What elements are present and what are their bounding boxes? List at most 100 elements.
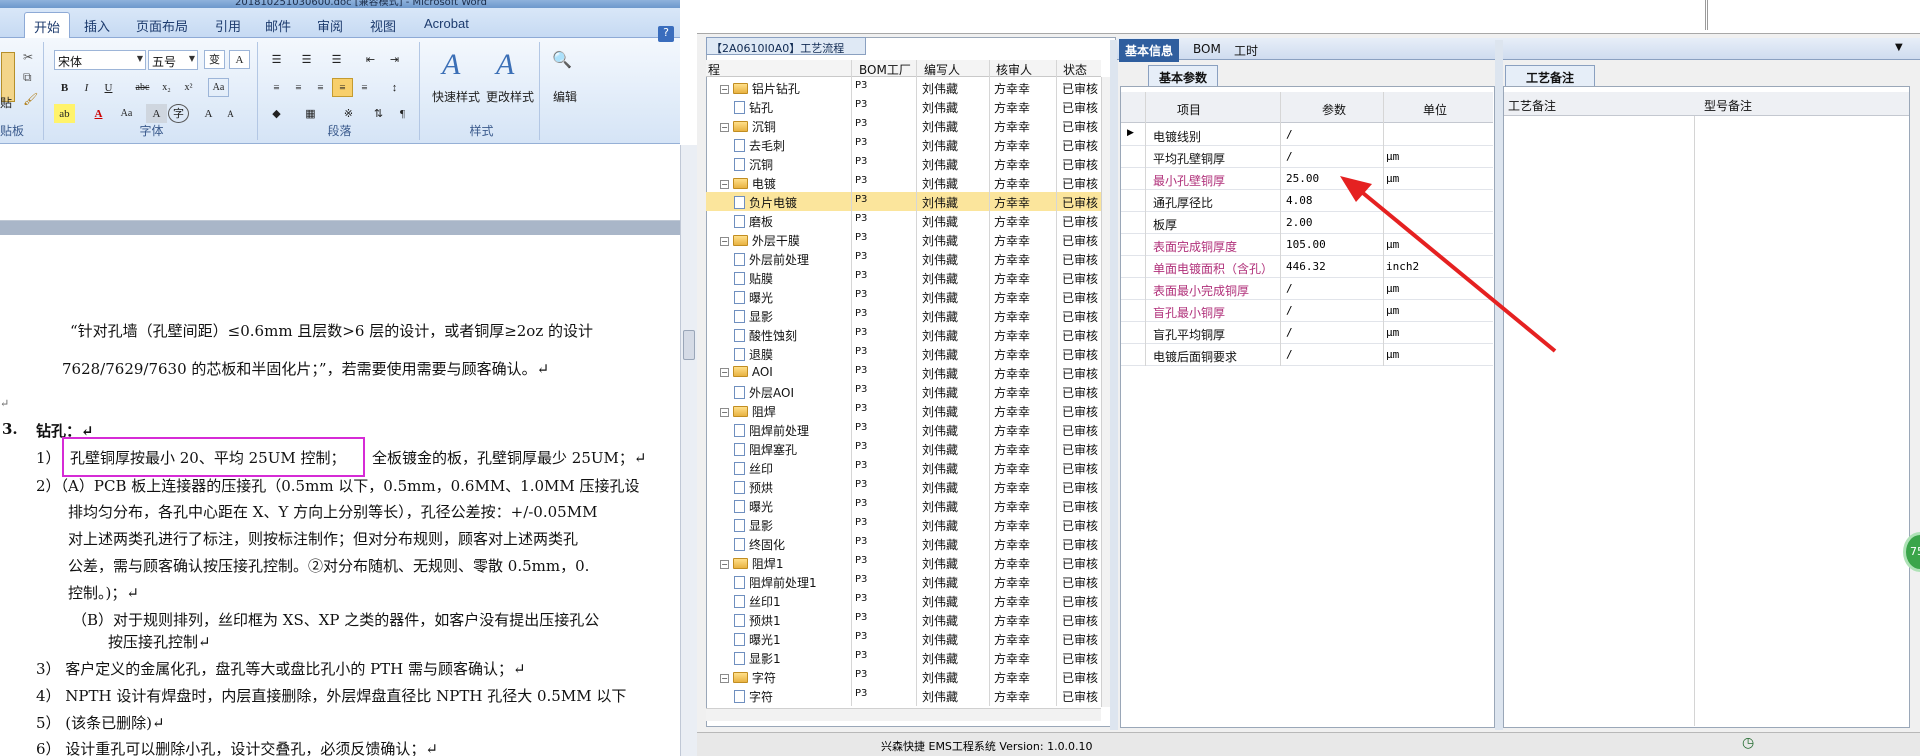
tree-node[interactable]: − 阻焊1 (720, 555, 783, 572)
col-param[interactable]: 参数 (1322, 101, 1346, 118)
highlight-icon[interactable]: ab (54, 104, 75, 123)
tree-node[interactable]: 磨板 (734, 213, 773, 230)
process-note-tab[interactable]: 工艺备注 (1505, 65, 1595, 86)
tree-node[interactable]: 显影 (734, 517, 773, 534)
font-size-combo[interactable]: 五号 ▼ (148, 50, 198, 70)
word-tab[interactable]: 开始 (24, 12, 71, 40)
param-value[interactable]: 4.08 (1286, 194, 1313, 207)
tree-row[interactable]: − 字符 P3 刘伟藏 方幸幸 已审核 (706, 667, 1101, 686)
tree-row[interactable]: 终固化 P3 刘伟藏 方幸幸 已审核 (706, 534, 1101, 553)
word-tab[interactable]: 引用 (215, 16, 241, 35)
word-tab[interactable]: 邮件 (265, 16, 291, 35)
tree-horizontal-scrollbar[interactable] (706, 708, 1101, 721)
word-tab[interactable]: 审阅 (317, 16, 343, 35)
col-status[interactable]: 状态 (1063, 61, 1087, 78)
cut-icon[interactable]: ✂ (23, 50, 33, 64)
tree-node[interactable]: 曝光 (734, 289, 773, 306)
superscript-icon[interactable]: x² (178, 78, 199, 97)
justify-icon[interactable]: ≡ (332, 78, 353, 97)
align-left-icon[interactable]: ≡ (266, 78, 287, 97)
tab-basic-info[interactable]: 基本信息 (1119, 39, 1180, 62)
col-writer[interactable]: 编写人 (924, 61, 960, 78)
tree-row[interactable]: 阻焊前处理 P3 刘伟藏 方幸幸 已审核 (706, 420, 1101, 439)
tree-node[interactable]: 曝光1 (734, 631, 781, 648)
tree-row[interactable]: 酸性蚀刻 P3 刘伟藏 方幸幸 已审核 (706, 325, 1101, 344)
bold-icon[interactable]: B (54, 78, 75, 97)
panel-splitter[interactable] (1495, 40, 1503, 730)
enclose-char-icon[interactable]: 字 (168, 104, 189, 123)
font-color-icon[interactable]: A (88, 104, 109, 123)
tab-work-hours[interactable]: 工时 (1234, 42, 1258, 59)
collapse-toggle-icon[interactable]: − (720, 85, 729, 94)
panel-splitter[interactable] (1110, 40, 1118, 730)
param-row[interactable]: ▶ 电镀线别 / (1121, 124, 1493, 146)
phonetic-guide-icon[interactable]: 变 (204, 50, 225, 69)
tree-row[interactable]: 钻孔 P3 刘伟藏 方幸幸 已审核 (706, 97, 1101, 116)
col-bom-factory[interactable]: BOM工厂 (859, 61, 911, 78)
tree-node[interactable]: 钻孔 (734, 99, 773, 116)
tree-row[interactable]: 退膜 P3 刘伟藏 方幸幸 已审核 (706, 344, 1101, 363)
collapse-toggle-icon[interactable]: − (720, 123, 729, 132)
collapse-toggle-icon[interactable]: − (720, 674, 729, 683)
col-unit[interactable]: 单位 (1423, 101, 1447, 118)
tree-node[interactable]: 酸性蚀刻 (734, 327, 797, 344)
tree-node[interactable]: 显影 (734, 308, 773, 325)
show-marks-icon[interactable]: ¶ (392, 104, 413, 123)
tree-row[interactable]: 去毛刺 P3 刘伟藏 方幸幸 已审核 (706, 135, 1101, 154)
shading-icon[interactable]: ◆ (266, 104, 287, 123)
col-process[interactable]: 程 (708, 61, 720, 78)
param-value[interactable]: 105.00 (1286, 238, 1326, 251)
tree-row[interactable]: − 外层干膜 P3 刘伟藏 方幸幸 已审核 (706, 230, 1101, 249)
multilevel-list-icon[interactable]: ☰ (326, 50, 347, 69)
word-tab[interactable]: 插入 (84, 16, 110, 35)
param-row[interactable]: 平均孔壁铜厚 / μm (1121, 146, 1493, 168)
tree-row[interactable]: 负片电镀 P3 刘伟藏 方幸幸 已审核 (706, 192, 1101, 211)
tree-row[interactable]: − 阻焊 P3 刘伟藏 方幸幸 已审核 (706, 401, 1101, 420)
param-value[interactable]: / (1286, 304, 1293, 317)
bullets-icon[interactable]: ☰ (266, 50, 287, 69)
tree-node[interactable]: 退膜 (734, 346, 773, 363)
tree-row[interactable]: 曝光 P3 刘伟藏 方幸幸 已审核 (706, 287, 1101, 306)
collapse-toggle-icon[interactable]: − (720, 560, 729, 569)
param-value[interactable]: / (1286, 348, 1293, 361)
tree-row[interactable]: 外层前处理 P3 刘伟藏 方幸幸 已审核 (706, 249, 1101, 268)
font-name-combo[interactable]: 宋体 ▼ (54, 50, 146, 70)
change-styles-label[interactable]: 更改样式 (486, 88, 534, 105)
strikethrough-icon[interactable]: abc (132, 78, 153, 97)
param-value[interactable]: / (1286, 326, 1293, 339)
tree-row[interactable]: − 沉铜 P3 刘伟藏 方幸幸 已审核 (706, 116, 1101, 135)
underline-icon[interactable]: U (98, 78, 119, 97)
copy-icon[interactable]: ⧉ (23, 70, 32, 85)
char-shading-icon[interactable]: A (146, 104, 167, 123)
tree-node[interactable]: 阻焊塞孔 (734, 441, 797, 458)
tree-node[interactable]: 曝光 (734, 498, 773, 515)
shrink-font-icon[interactable]: A (220, 104, 241, 123)
tree-node[interactable]: 外层前处理 (734, 251, 809, 268)
tree-row[interactable]: 沉铜 P3 刘伟藏 方幸幸 已审核 (706, 154, 1101, 173)
char-border-icon[interactable]: A (229, 50, 250, 69)
col-process-note[interactable]: 工艺备注 (1508, 97, 1556, 114)
tree-node[interactable]: 显影1 (734, 650, 781, 667)
tree-node[interactable]: 终固化 (734, 536, 785, 553)
quick-styles-icon[interactable]: A (442, 48, 460, 82)
word-tab[interactable]: 页面布局 (136, 16, 188, 35)
tree-node[interactable]: 预烘1 (734, 612, 781, 629)
tree-node[interactable]: 贴膜 (734, 270, 773, 287)
tree-row[interactable]: 丝印1 P3 刘伟藏 方幸幸 已审核 (706, 591, 1101, 610)
sort-icon[interactable]: ⇅ (368, 104, 389, 123)
collapse-toggle-icon[interactable]: − (720, 368, 729, 377)
change-case-icon[interactable]: Aa (116, 104, 137, 123)
tree-row[interactable]: − 铝片钻孔 P3 刘伟藏 方幸幸 已审核 (706, 78, 1101, 97)
param-value[interactable]: / (1286, 282, 1293, 295)
word-tab[interactable]: Acrobat (424, 16, 469, 31)
find-icon[interactable]: 🔍 (552, 50, 572, 69)
tree-row[interactable]: − 电镀 P3 刘伟藏 方幸幸 已审核 (706, 173, 1101, 192)
align-right-icon[interactable]: ≡ (310, 78, 331, 97)
tree-row[interactable]: 外层AOI P3 刘伟藏 方幸幸 已审核 (706, 382, 1101, 401)
param-value[interactable]: 2.00 (1286, 216, 1313, 229)
italic-icon[interactable]: I (76, 78, 97, 97)
tab-list-dropdown-icon[interactable]: ▼ (1895, 42, 1903, 53)
tree-row[interactable]: 磨板 P3 刘伟藏 方幸幸 已审核 (706, 211, 1101, 230)
tree-node[interactable]: 丝印1 (734, 593, 781, 610)
tree-node[interactable]: 沉铜 (734, 156, 773, 173)
